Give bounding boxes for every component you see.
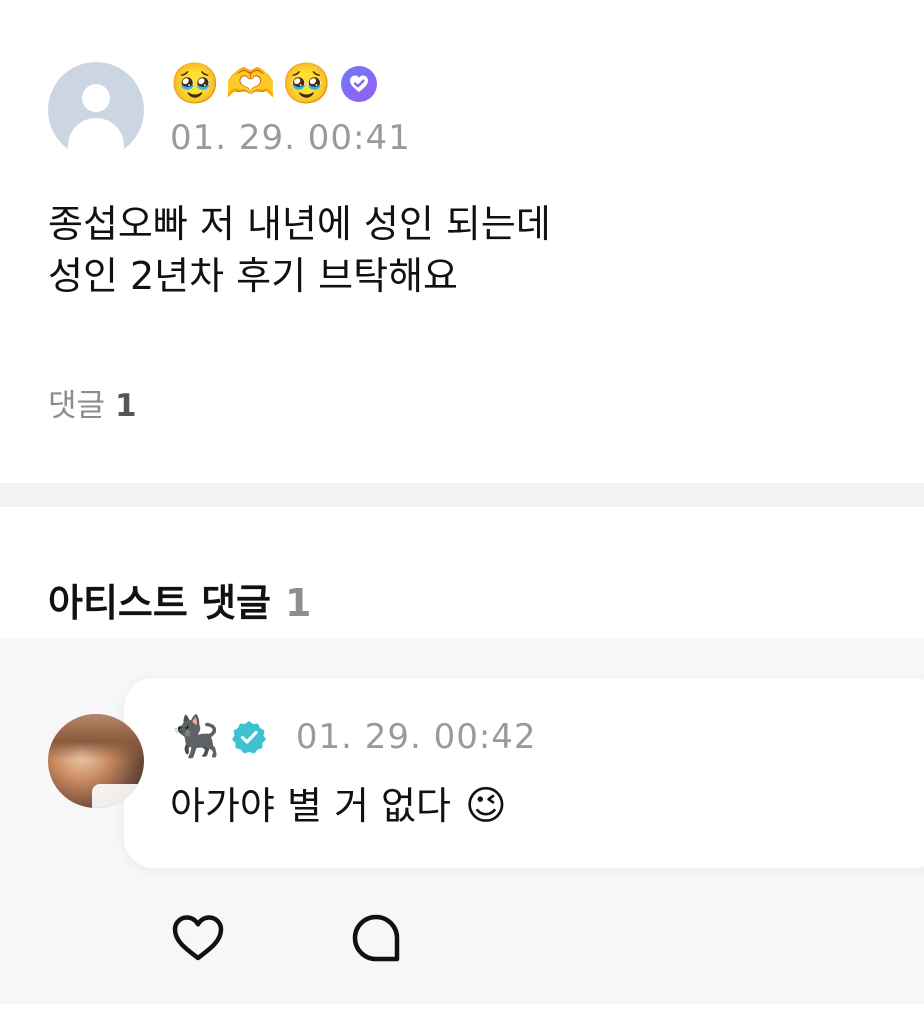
nickname-emoji: 🥹 [170,61,220,107]
speech-bubble-icon [352,914,400,962]
avatar-body-shape [68,118,124,158]
artist-comments-count: 1 [285,581,312,625]
fan-post: 🥹 🫶 🥹 01. 29. 00:41 종섭오빠 저 내년에 성인 되는데 성인… [0,0,924,483]
artist-comments-title: 아티스트 댓글 [48,581,271,625]
post-nickname[interactable]: 🥹 🫶 🥹 [170,58,378,110]
avatar[interactable] [48,62,144,158]
heart-icon [172,915,224,961]
reply-button[interactable] [346,910,406,966]
post-body-line: 성인 2년차 후기 브탁해요 [48,254,459,298]
artist-comment-message: 아가야 별 거 없다 [170,784,451,828]
artist-comment-text: 아가야 별 거 없다 😉 [170,780,507,832]
verified-check-icon [231,721,266,754]
artist-comments-heading: 아티스트 댓글 1 [48,572,311,627]
comment-count-link[interactable]: 댓글 1 [48,380,137,425]
artist-comment-timestamp: 01. 29. 00:42 [295,717,537,757]
post-timestamp: 01. 29. 00:41 [170,118,411,158]
artist-comment-bubble[interactable] [124,678,924,868]
like-button[interactable] [168,910,228,966]
artist-comment-header: 🐈‍⬛ 01. 29. 00:42 [170,712,537,762]
post-body-line: 종섭오빠 저 내년에 성인 되는데 [48,202,551,246]
avatar-collar-shape [92,784,142,808]
comment-count-value: 1 [115,388,137,424]
artist-avatar[interactable] [48,714,144,808]
post-body: 종섭오빠 저 내년에 성인 되는데 성인 2년차 후기 브탁해요 [48,198,868,302]
avatar-hair-shape [48,714,144,760]
artist-nickname[interactable]: 🐈‍⬛ [170,717,220,757]
section-divider [0,483,924,507]
comment-count-label: 댓글 [48,388,106,424]
heart-check-badge-icon [341,66,378,102]
nickname-emoji: 🥹 [281,61,332,107]
nickname-emoji: 🫶 [225,61,276,107]
avatar-head-shape [82,84,110,112]
wink-emoji: 😉 [464,783,507,829]
